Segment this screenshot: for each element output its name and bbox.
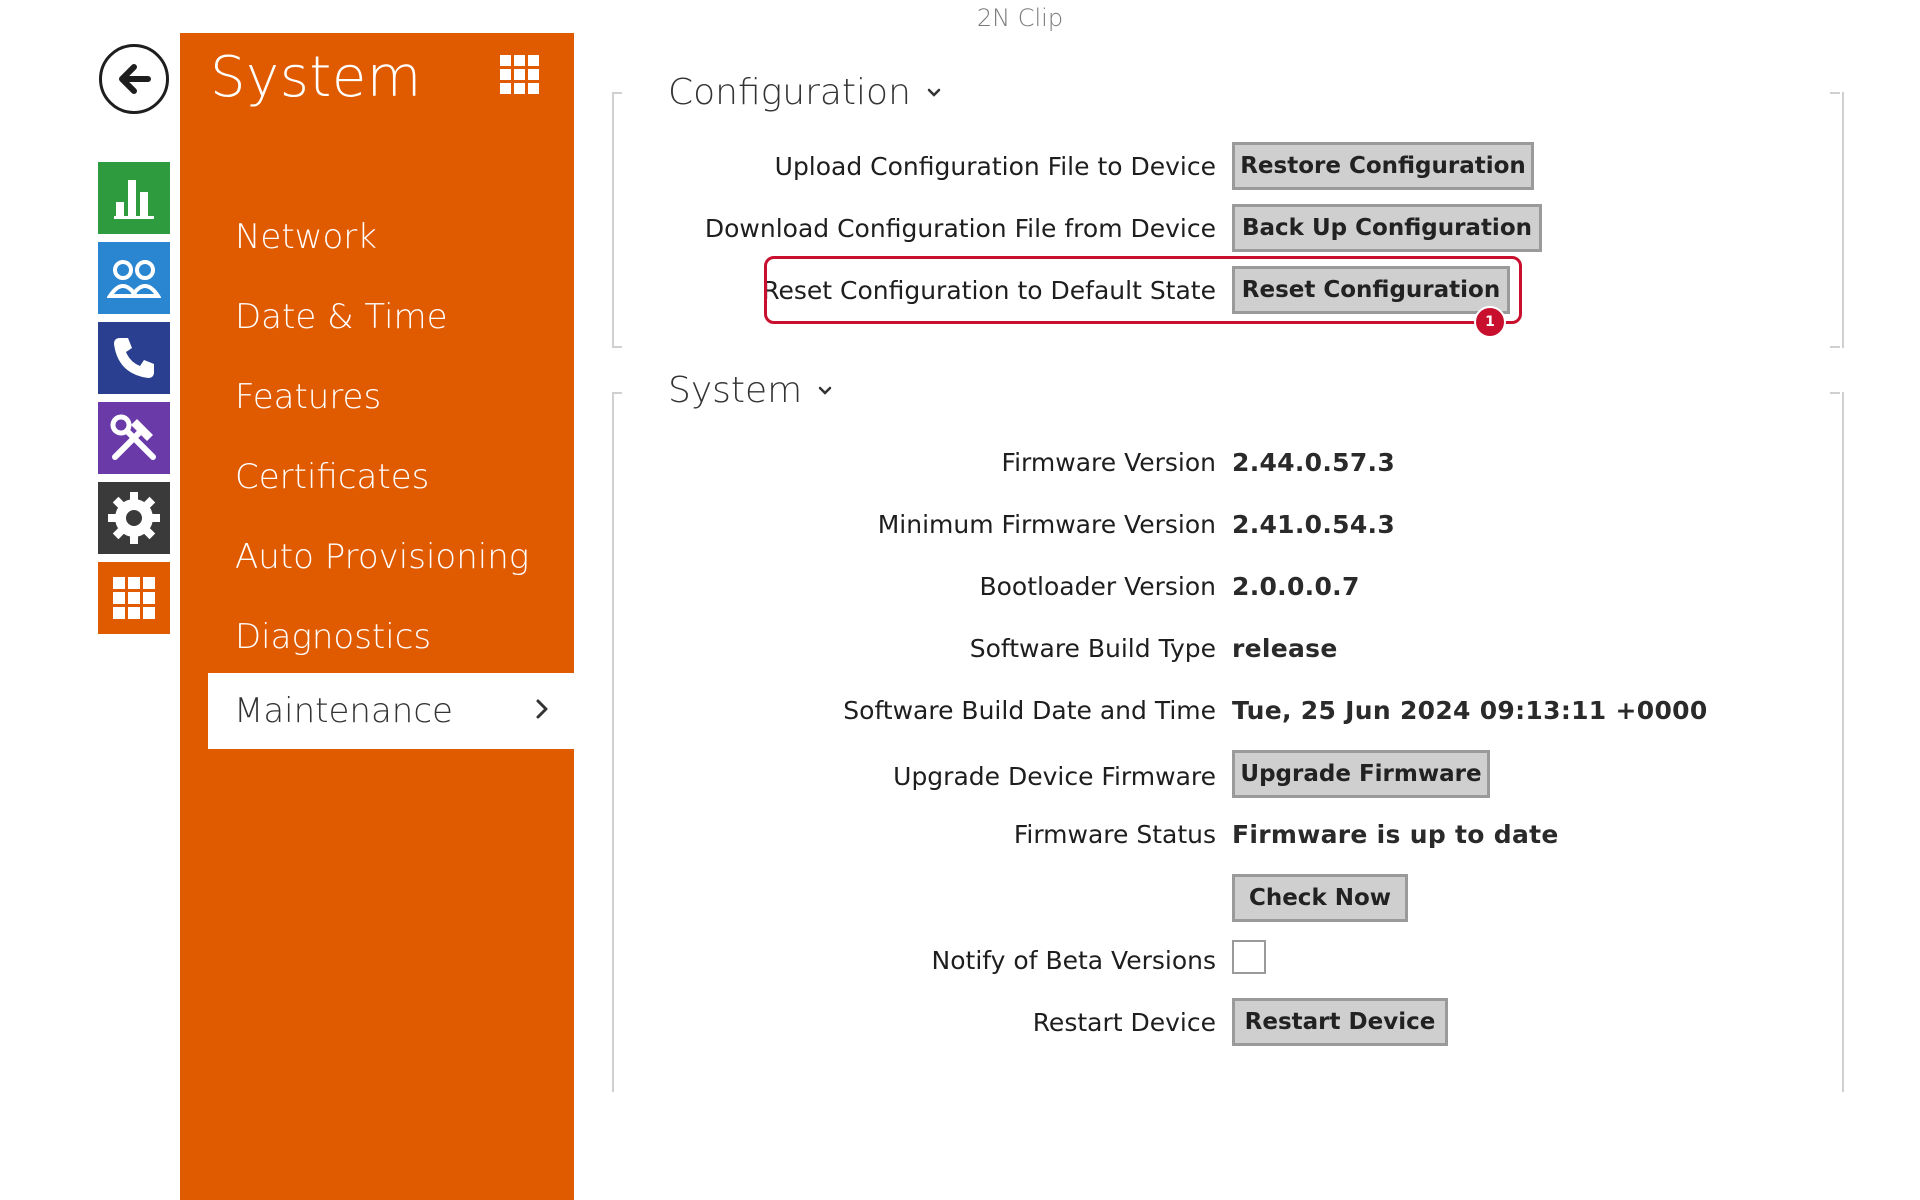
build-date-label: Software Build Date and Time (843, 696, 1216, 725)
system-section (612, 392, 1844, 1092)
sidebar-item-features[interactable]: Features (235, 377, 381, 417)
restart-device-button[interactable]: Restart Device (1232, 998, 1448, 1046)
bar-chart-icon (114, 180, 154, 219)
system-heading-text: System (668, 370, 803, 411)
reset-highlight-box (764, 256, 1522, 324)
phone-icon (114, 338, 154, 378)
highlight-badge: 1 (1474, 306, 1506, 338)
configuration-heading[interactable]: Configuration (668, 72, 941, 113)
grid-icon (113, 577, 155, 619)
beta-versions-label: Notify of Beta Versions (931, 946, 1216, 975)
beta-versions-checkbox[interactable] (1232, 940, 1266, 974)
device-title: 2N Clip (976, 4, 1064, 32)
restore-configuration-button[interactable]: Restore Configuration (1232, 142, 1534, 190)
restart-device-label: Restart Device (1032, 1008, 1216, 1037)
bootloader-label: Bootloader Version (979, 572, 1216, 601)
apps-grid-icon[interactable] (500, 55, 540, 95)
tools-icon (110, 414, 156, 460)
upload-config-label: Upload Configuration File to Device (774, 152, 1216, 181)
upgrade-firmware-button[interactable]: Upgrade Firmware (1232, 750, 1490, 798)
rail-services-tile[interactable] (98, 482, 170, 554)
min-firmware-value: 2.41.0.54.3 (1232, 510, 1396, 539)
chevron-down-icon (819, 386, 832, 395)
configuration-heading-text: Configuration (668, 72, 911, 113)
firmware-version-value: 2.44.0.57.3 (1232, 448, 1396, 477)
firmware-status-value: Firmware is up to date (1232, 820, 1559, 849)
rail-directory-tile[interactable] (98, 242, 170, 314)
users-icon (107, 260, 161, 298)
check-now-button[interactable]: Check Now (1232, 874, 1408, 922)
rail-hardware-tile[interactable] (98, 402, 170, 474)
firmware-status-label: Firmware Status (1013, 820, 1216, 849)
build-type-value: release (1232, 634, 1338, 663)
build-type-label: Software Build Type (969, 634, 1216, 663)
rail-status-tile[interactable] (98, 162, 170, 234)
chevron-down-icon (927, 88, 941, 97)
bootloader-value: 2.0.0.0.7 (1232, 572, 1360, 601)
firmware-version-label: Firmware Version (1001, 448, 1216, 477)
upgrade-firmware-label: Upgrade Device Firmware (893, 762, 1216, 791)
min-firmware-label: Minimum Firmware Version (877, 510, 1216, 539)
back-button[interactable] (99, 44, 169, 114)
sidebar-title: System (210, 45, 422, 110)
sidebar-item-auto-provisioning[interactable]: Auto Provisioning (235, 537, 529, 577)
build-date-value: Tue, 25 Jun 2024 09:13:11 +0000 (1232, 696, 1708, 725)
back-arrow-icon (119, 64, 151, 94)
download-config-label: Download Configuration File from Device (704, 214, 1216, 243)
gear-icon (108, 492, 160, 544)
rail-calls-tile[interactable] (98, 322, 170, 394)
rail-system-tile[interactable] (98, 562, 170, 634)
backup-configuration-button[interactable]: Back Up Configuration (1232, 204, 1542, 252)
system-heading[interactable]: System (668, 370, 832, 411)
